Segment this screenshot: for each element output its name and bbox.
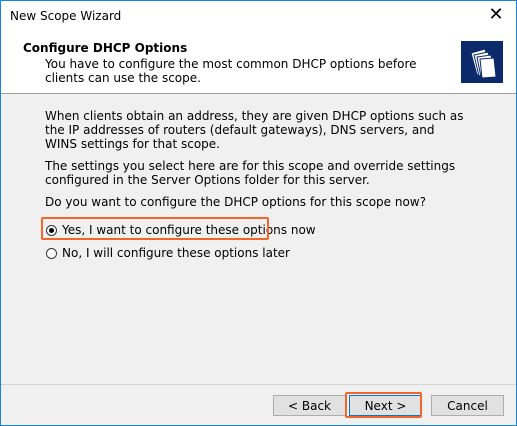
folders-icon <box>461 41 503 83</box>
close-icon[interactable]: ✕ <box>476 1 516 31</box>
highlight-box <box>345 392 422 418</box>
option-no[interactable]: No, I will configure these options later <box>46 244 290 262</box>
scope-settings-paragraph: The settings you select here are for thi… <box>45 159 456 187</box>
cancel-button[interactable]: Cancel <box>431 395 504 416</box>
back-button[interactable]: < Back <box>273 395 346 416</box>
wizard-footer: < Back Next > Cancel <box>1 385 516 425</box>
description-paragraph: When clients obtain an address, they are… <box>45 109 464 151</box>
question-text: Do you want to configure the DHCP option… <box>45 195 426 209</box>
wizard-header: Configure DHCP Options You have to confi… <box>1 31 516 94</box>
highlight-box <box>41 217 269 240</box>
page-title: Configure DHCP Options <box>23 41 188 55</box>
title-bar: New Scope Wizard ✕ <box>1 1 516 31</box>
window-title: New Scope Wizard <box>10 9 122 23</box>
option-no-label: No, I will configure these options later <box>62 246 290 260</box>
radio-button[interactable] <box>46 247 57 259</box>
page-subtitle: You have to configure the most common DH… <box>45 57 417 85</box>
wizard-content: When clients obtain an address, they are… <box>1 94 516 384</box>
wizard-window: New Scope Wizard ✕ Configure DHCP Option… <box>0 0 517 426</box>
